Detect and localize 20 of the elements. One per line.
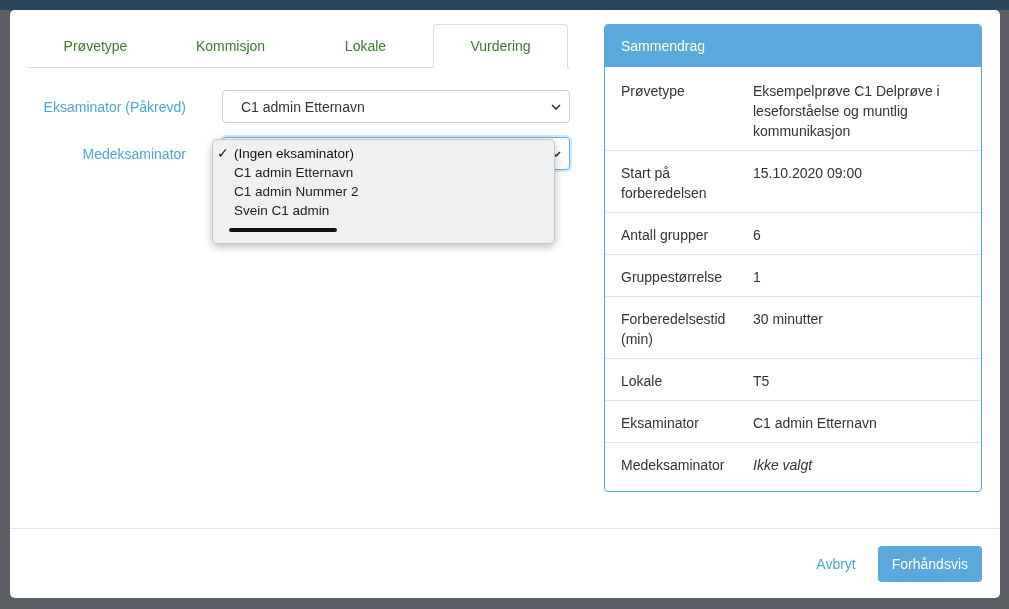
summary-label: Prøvetype — [621, 82, 686, 101]
summary-label: Gruppestørrelse — [621, 268, 724, 287]
summary-value: Ikke valgt — [753, 456, 814, 475]
field-label: Eksaminator (Påkrevd) — [42, 98, 187, 115]
summary-value: T5 — [753, 372, 771, 391]
summary-value: Eksempelprøve C1 Delprøve i leseforståelse og muntlig kommunikasjon — [753, 82, 941, 141]
summary-value: C1 admin Etternavn — [753, 414, 878, 433]
summary-header: Sammendrag — [605, 25, 981, 67]
check-icon: ✓ — [217, 144, 234, 163]
summary-value: 30 minutter — [753, 310, 825, 329]
summary-value: 1 — [753, 268, 762, 287]
summary-label: Eksaminator — [621, 414, 700, 433]
summary-label: Antall grupper — [621, 226, 710, 245]
summary-label: Forberedelsestid (min) — [621, 310, 727, 349]
summary-value: 6 — [753, 226, 762, 245]
summary-label: Start på forberedelsen — [621, 164, 708, 203]
field-label: Medeksaminator — [81, 145, 187, 162]
summary-label: Medeksaminator — [621, 456, 726, 475]
summary-label: Lokale — [621, 372, 664, 391]
summary-value: 15.10.2020 09:00 — [753, 164, 863, 183]
